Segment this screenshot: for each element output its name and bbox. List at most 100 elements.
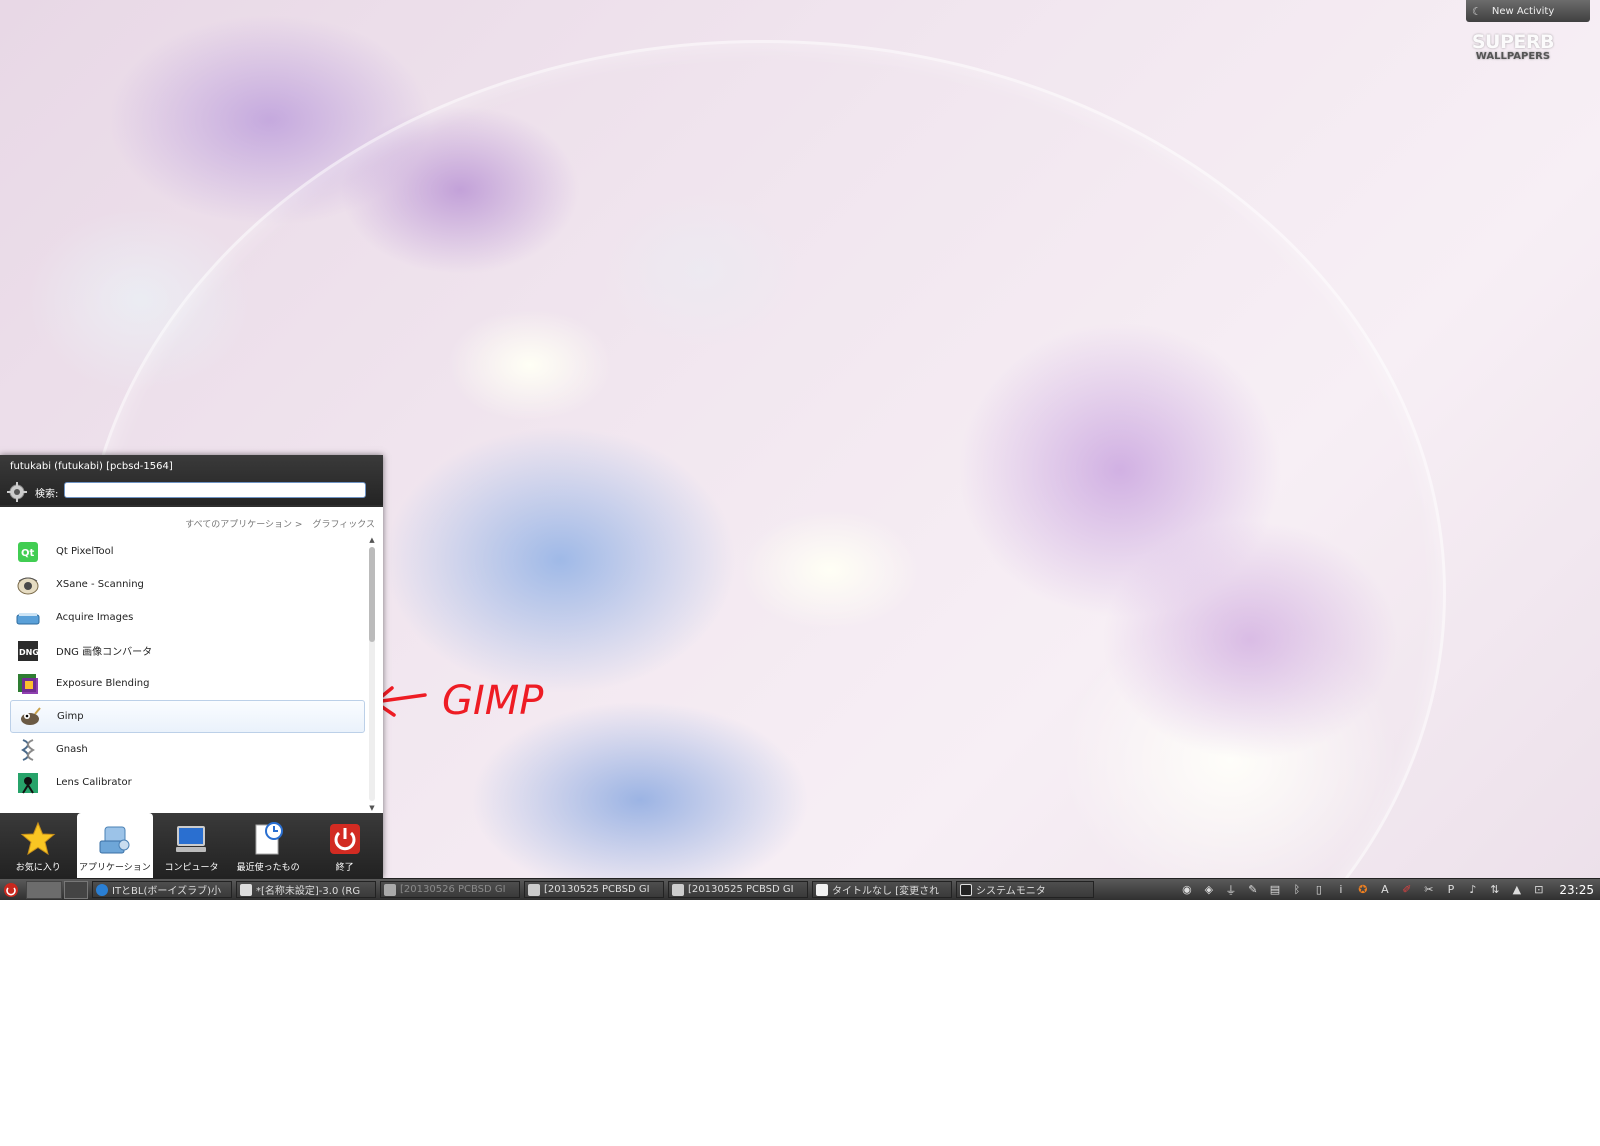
info-icon[interactable]: i [1333,882,1348,897]
gimp-icon [17,705,41,729]
pin-icon[interactable]: ✐ [1399,882,1414,897]
user-label: futukabi (futukabi) [pcbsd-1564] [10,461,173,472]
breadcrumb: すべてのアプリケーション > グラフィックス [185,517,375,530]
image-window-icon [672,883,684,896]
task-label: *[名称未設定]-3.0 (RG [256,886,361,897]
search-label: 検索: [35,489,59,500]
storage-icon[interactable]: ▤ [1267,882,1282,897]
computer-icon [173,821,209,857]
new-activity-button[interactable]: ☾ New Activity [1466,0,1590,22]
scroll-down-icon[interactable]: ▼ [366,803,378,813]
desktop-pager[interactable] [64,880,88,899]
scroll-track[interactable] [369,547,375,801]
scissors-icon[interactable]: ✂ [1421,882,1436,897]
app-label: Qt PixelTool [56,546,114,557]
logo-line2: WALLPAPERS [1475,51,1551,62]
lock-icon[interactable]: ⊡ [1531,882,1546,897]
clipboard-icon[interactable]: ▯ [1311,882,1326,897]
lens-icon [16,771,40,795]
app-item-acquire-images[interactable]: Acquire Images [10,601,365,634]
tab-label: 終了 [335,863,354,873]
usb-icon[interactable]: ⏚ [1223,882,1238,897]
search-input[interactable] [64,482,366,498]
tab-recent[interactable]: 最近使ったもの [230,813,307,878]
tab-favorites[interactable]: お気に入り [0,813,77,878]
app-label: Gimp [57,711,84,722]
app-list-scrollbar[interactable]: ▲ ▼ [366,535,378,813]
gnash-icon [16,738,40,762]
qt-icon: Qt [16,540,40,564]
task-label: タイトルなし [変更され [832,886,940,897]
taskbar-task-3[interactable]: [20130526 PCBSD GI [380,881,520,898]
app-item-qt-pixeltool[interactable]: Qt Qt PixelTool [10,535,365,568]
kickoff-launcher-button[interactable] [0,879,22,901]
svg-text:DNG: DNG [19,648,39,657]
taskbar-task-4[interactable]: [20130525 PCBSD GI [524,881,664,898]
app-label: Lens Calibrator [56,777,132,788]
taskbar-task-2[interactable]: *[名称未設定]-3.0 (RG [236,881,376,898]
system-tray: ◉ ◈ ⏚ ✎ ▤ ᛒ ▯ i ✪ A ✐ ✂ P ♪ ⇅ ▲ ⊡ 23:25 [1179,882,1600,897]
update-icon[interactable]: ◉ [1179,882,1194,897]
tab-label: コンピュータ [164,863,219,873]
network-share-icon[interactable]: ◈ [1201,882,1216,897]
app-label: DNG 画像コンバータ [56,647,153,658]
tab-leave[interactable]: 終了 [306,813,383,878]
app-item-xsane[interactable]: XSane - Scanning [10,568,365,601]
menu-body: すべてのアプリケーション > グラフィックス Qt Qt PixelTool X… [0,507,383,813]
new-activity-label: New Activity [1491,5,1555,17]
image-window-icon [240,883,252,896]
annotation-arrow-gimp: GIMP [373,678,544,724]
breadcrumb-all-applications[interactable]: すべてのアプリケーション > [185,517,302,530]
breadcrumb-graphics[interactable]: グラフィックス [312,517,375,530]
image-window-icon [384,883,396,896]
lifebuoy-icon[interactable]: ✪ [1355,882,1370,897]
taskbar-task-7[interactable]: システムモニタ [956,881,1094,898]
menu-header: futukabi (futukabi) [pcbsd-1564] 検索: [0,455,383,505]
scroll-up-icon[interactable]: ▲ [366,535,378,545]
tab-computer[interactable]: コンピュータ [153,813,230,878]
browser-icon [96,883,108,896]
app-item-exposure-blending[interactable]: Exposure Blending [10,667,365,700]
svg-text:Qt: Qt [21,548,35,559]
taskbar-task-6[interactable]: タイトルなし [変更され [812,881,952,898]
menu-tabs: お気に入り アプリケーション コンピュータ 最近使ったもの 終了 [0,813,383,878]
star-icon [20,821,56,857]
expand-tray-icon[interactable]: ▲ [1509,882,1524,897]
logo-line1: SUPERB [1471,31,1555,53]
taskbar-task-1[interactable]: ITとBL(ボーイズラブ)小 [92,881,232,898]
tab-label: 最近使ったもの [236,863,300,873]
dng-icon: DNG [16,639,40,663]
kickoff-icon [4,882,18,897]
app-item-lens-calibrator[interactable]: Lens Calibrator [10,766,365,799]
app-label: Acquire Images [56,612,134,623]
recent-icon [250,821,286,857]
taskbar: ITとBL(ボーイズラブ)小 *[名称未設定]-3.0 (RG [2013052… [0,878,1600,900]
wallpaper-logo: SUPERB WALLPAPERS [1471,31,1555,62]
bluetooth-icon[interactable]: ᛒ [1289,882,1304,897]
app-list: Qt Qt PixelTool XSane - Scanning Acquire… [0,535,366,813]
tab-applications[interactable]: アプリケーション [76,813,154,878]
activity-icon: ☾ [1472,4,1482,18]
scroll-thumb[interactable] [369,547,375,642]
volume-icon[interactable]: ♪ [1465,882,1480,897]
app-item-gnash[interactable]: Gnash [10,733,365,766]
image-window-icon [528,883,540,896]
gear-icon[interactable] [6,481,28,503]
taskbar-task-5[interactable]: [20130525 PCBSD GI [668,881,808,898]
app-item-dng-converter[interactable]: DNG DNG 画像コンバータ [10,634,365,667]
annotation-text: GIMP [442,678,544,724]
clock[interactable]: 23:25 [1559,883,1594,897]
task-label: [20130525 PCBSD GI [688,884,794,895]
app-label: Exposure Blending [56,678,150,689]
notes-icon[interactable]: ✎ [1245,882,1260,897]
app-item-gimp[interactable]: Gimp [10,700,365,733]
task-label: [20130526 PCBSD GI [400,884,506,895]
text-editor-icon [816,883,828,896]
tab-label: お気に入り [15,863,61,873]
network-icon[interactable]: ⇅ [1487,882,1502,897]
show-desktop-button[interactable] [26,880,62,899]
tab-label: アプリケーション [78,863,151,873]
parking-icon[interactable]: P [1443,882,1458,897]
system-monitor-icon [960,883,972,896]
input-method-icon[interactable]: A [1377,882,1392,897]
